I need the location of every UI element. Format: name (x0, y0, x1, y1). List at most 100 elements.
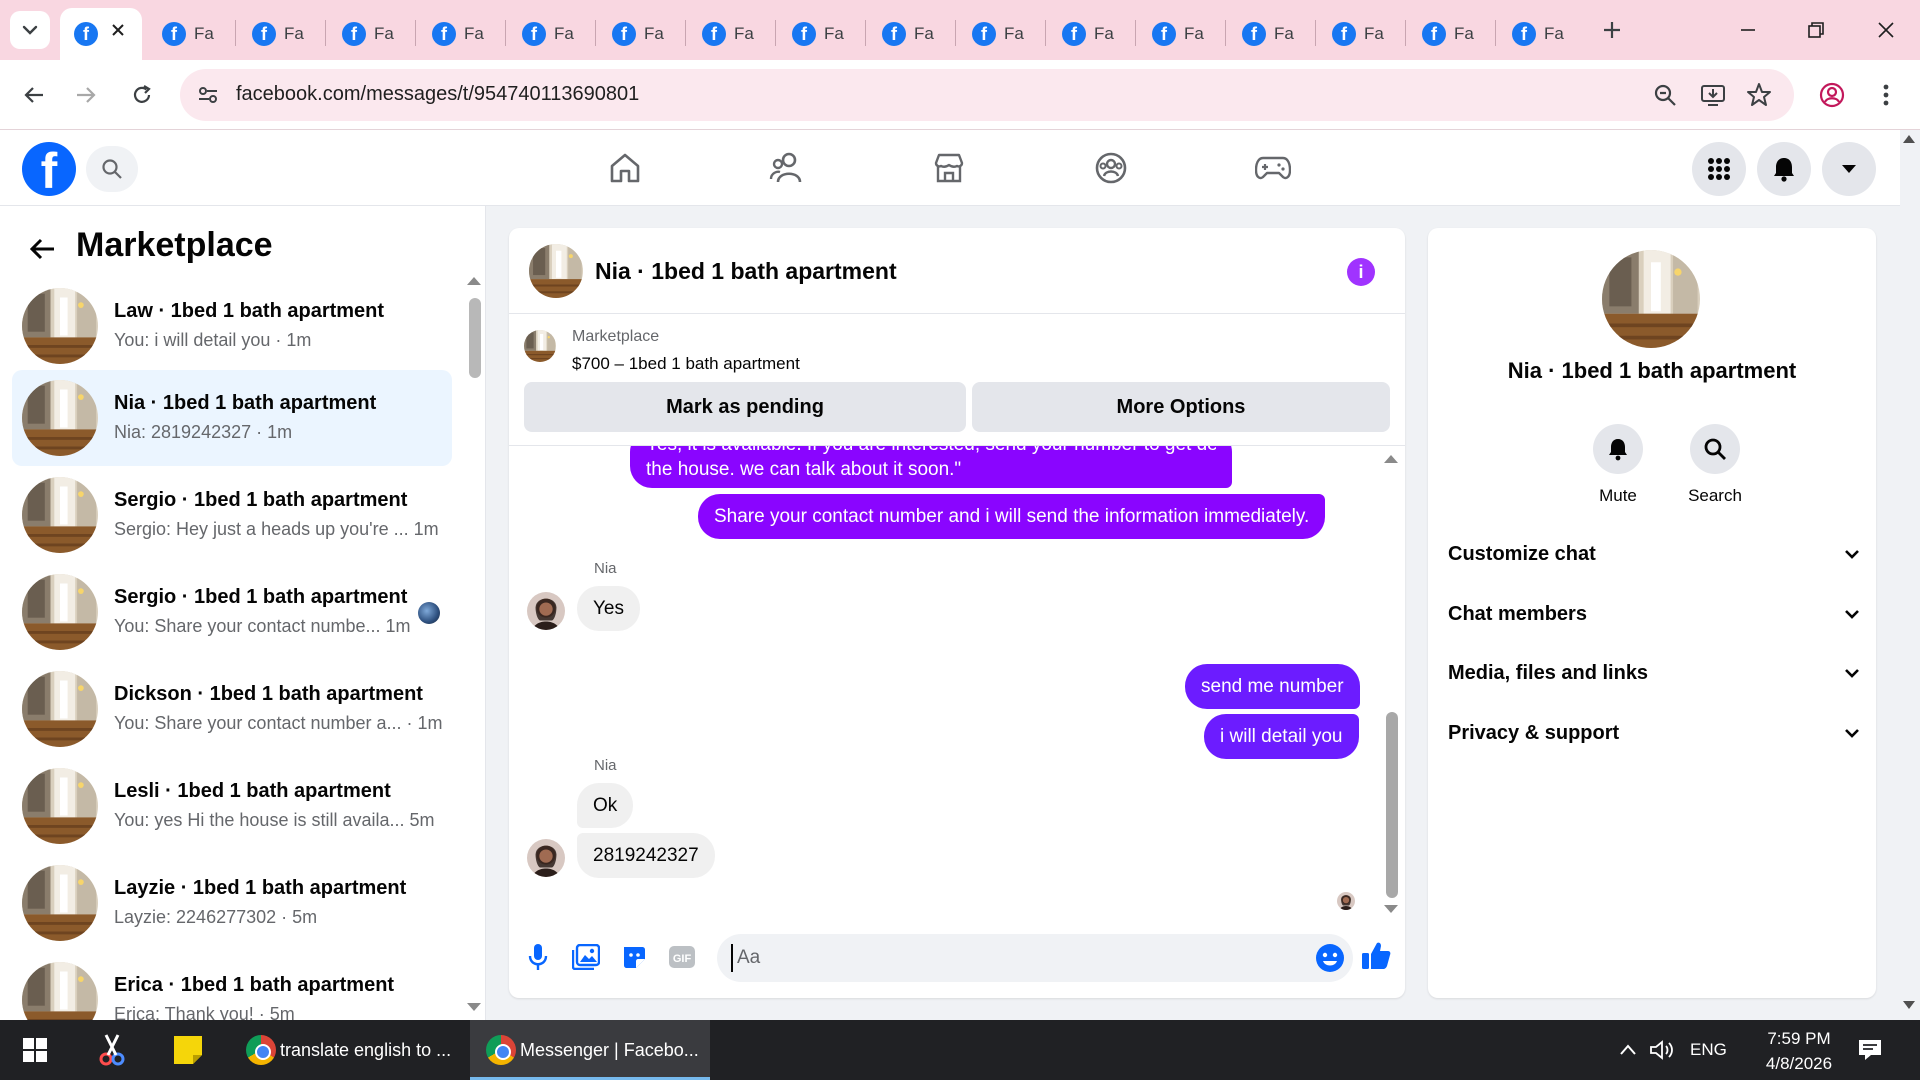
install-app-icon[interactable] (1700, 82, 1726, 108)
conversation-item[interactable]: Layzie · 1bed 1 bath apartment Layzie: 2… (12, 855, 452, 951)
info-icon[interactable]: i (1347, 258, 1375, 286)
browser-tab[interactable]: f Fa (778, 8, 858, 60)
tab-search-button[interactable] (10, 11, 50, 49)
message-bubble-incoming[interactable]: 2819242327 (577, 833, 715, 878)
sender-avatar[interactable] (527, 839, 565, 877)
media-files-links-section[interactable]: Media, files and links (1448, 649, 1860, 697)
message-bubble-incoming[interactable]: Ok (577, 783, 634, 828)
mute-action[interactable]: Mute (1578, 424, 1658, 506)
chat-title[interactable]: Nia · 1bed 1 bath apartment (595, 258, 897, 285)
chat-scrollbar-thumb[interactable] (1386, 712, 1398, 898)
conversation-item[interactable]: Erica · 1bed 1 bath apartment Erica: Tha… (12, 952, 452, 1020)
menu-grid-button[interactable] (1692, 142, 1746, 196)
gaming-icon[interactable] (1253, 148, 1293, 188)
customize-chat-section[interactable]: Customize chat (1448, 530, 1860, 578)
message-bubble-outgoing[interactable]: i will detail you (1204, 714, 1359, 759)
message-bubble-outgoing[interactable]: Yes, it is available. If you are interes… (630, 446, 1232, 488)
facebook-logo[interactable]: f (22, 142, 76, 196)
reload-button[interactable] (124, 77, 160, 113)
mark-as-pending-button[interactable]: Mark as pending (524, 382, 966, 432)
chat-members-section[interactable]: Chat members (1448, 590, 1860, 638)
conversation-item[interactable]: Dickson · 1bed 1 bath apartment You: Sha… (12, 661, 452, 757)
browser-tab[interactable]: f Fa (958, 8, 1038, 60)
microphone-icon[interactable] (521, 940, 555, 974)
restore-button[interactable] (1794, 14, 1838, 46)
new-tab-button[interactable] (1590, 14, 1634, 46)
home-icon[interactable] (605, 148, 645, 188)
browser-tab[interactable]: f Fa (1228, 8, 1308, 60)
search-icon[interactable] (1690, 424, 1740, 474)
browser-tab[interactable]: f Fa (508, 8, 588, 60)
scroll-down-arrow-icon[interactable] (466, 1002, 482, 1012)
page-scroll-down-arrow-icon[interactable] (1902, 1000, 1916, 1010)
browser-tab[interactable]: f Fa (688, 8, 768, 60)
conversation-item[interactable]: Lesli · 1bed 1 bath apartment You: yes H… (12, 758, 452, 854)
browser-tab[interactable]: f Fa (328, 8, 408, 60)
browser-tab-active[interactable]: f (60, 8, 142, 60)
more-options-button[interactable]: More Options (972, 382, 1390, 432)
conversation-item[interactable]: Law · 1bed 1 bath apartment You: i will … (12, 278, 452, 374)
scroll-up-arrow-icon[interactable] (1383, 454, 1399, 464)
conversation-item[interactable]: Sergio · 1bed 1 bath apartment Sergio: H… (12, 467, 452, 563)
message-bubble-outgoing[interactable]: Share your contact number and i will sen… (698, 494, 1326, 539)
browser-tab[interactable]: f Fa (238, 8, 318, 60)
account-button[interactable] (1822, 142, 1876, 196)
browser-tab[interactable]: f Fa (1408, 8, 1488, 60)
browser-tab[interactable]: f Fa (598, 8, 678, 60)
taskbar-app-messenger[interactable]: Messenger | Facebo... (470, 1020, 710, 1080)
browser-tab[interactable]: f Fa (418, 8, 498, 60)
sticker-icon[interactable] (617, 940, 651, 974)
browser-tab[interactable]: f Fa (1138, 8, 1218, 60)
browser-tab[interactable]: f Fa (148, 8, 228, 60)
forward-button[interactable] (68, 77, 104, 113)
privacy-support-section[interactable]: Privacy & support (1448, 709, 1860, 757)
conversation-item-active[interactable]: Nia · 1bed 1 bath apartment Nia: 2819242… (12, 370, 452, 466)
listing-thumbnail[interactable] (524, 330, 556, 362)
friends-icon[interactable] (767, 148, 807, 188)
sidebar-scrollbar-thumb[interactable] (469, 298, 481, 378)
zoom-icon[interactable] (1652, 82, 1678, 108)
groups-icon[interactable] (1091, 148, 1131, 188)
taskbar-app-chrome-translate[interactable]: translate english to ... (240, 1020, 468, 1080)
taskbar-clock[interactable]: 7:59 PM 4/8/2026 (1744, 1026, 1854, 1076)
message-input[interactable] (731, 944, 1291, 972)
address-bar[interactable]: facebook.com/messages/t/954740113690801 (180, 69, 1794, 121)
photo-icon[interactable] (569, 940, 603, 974)
sender-avatar[interactable] (527, 592, 565, 630)
scroll-down-arrow-icon[interactable] (1383, 904, 1399, 914)
browser-tab[interactable]: f Fa (1318, 8, 1398, 60)
notifications-button[interactable] (1757, 142, 1811, 196)
chat-avatar[interactable] (529, 244, 583, 298)
search-action[interactable]: Search (1675, 424, 1755, 506)
conversation-item[interactable]: Sergio · 1bed 1 bath apartment You: Shar… (12, 564, 452, 660)
marketplace-icon[interactable] (929, 148, 969, 188)
emoji-icon[interactable] (1315, 943, 1345, 973)
message-bubble-incoming[interactable]: Yes (577, 586, 640, 631)
details-avatar[interactable] (1602, 250, 1700, 348)
snipping-tool-icon[interactable] (92, 1030, 132, 1070)
profile-button[interactable] (1814, 77, 1850, 113)
browser-tab[interactable]: f Fa (868, 8, 948, 60)
bookmark-star-icon[interactable] (1746, 82, 1772, 108)
browser-menu-button[interactable] (1868, 77, 1904, 113)
notification-center-icon[interactable] (1850, 1030, 1890, 1070)
browser-tab[interactable]: f Fa (1498, 8, 1578, 60)
bell-icon[interactable] (1593, 424, 1643, 474)
site-info-icon[interactable] (196, 83, 220, 107)
close-window-button[interactable] (1864, 14, 1908, 46)
minimize-button[interactable] (1726, 14, 1770, 46)
back-button[interactable] (16, 77, 52, 113)
input-language-indicator[interactable]: ENG (1690, 1040, 1727, 1060)
thumbs-up-icon[interactable] (1359, 938, 1393, 972)
scroll-up-arrow-icon[interactable] (466, 276, 482, 286)
close-tab-icon[interactable] (107, 19, 129, 41)
sticky-notes-icon[interactable] (168, 1030, 208, 1070)
gif-icon[interactable]: GIF (665, 940, 699, 974)
page-scroll-up-arrow-icon[interactable] (1902, 134, 1916, 144)
back-arrow-button[interactable] (26, 232, 60, 266)
facebook-search-button[interactable] (86, 146, 138, 192)
message-bubble-outgoing[interactable]: send me number (1185, 664, 1360, 709)
volume-icon[interactable] (1642, 1030, 1682, 1070)
listing-title[interactable]: $700 – 1bed 1 bath apartment (572, 354, 800, 374)
browser-tab[interactable]: f Fa (1048, 8, 1128, 60)
